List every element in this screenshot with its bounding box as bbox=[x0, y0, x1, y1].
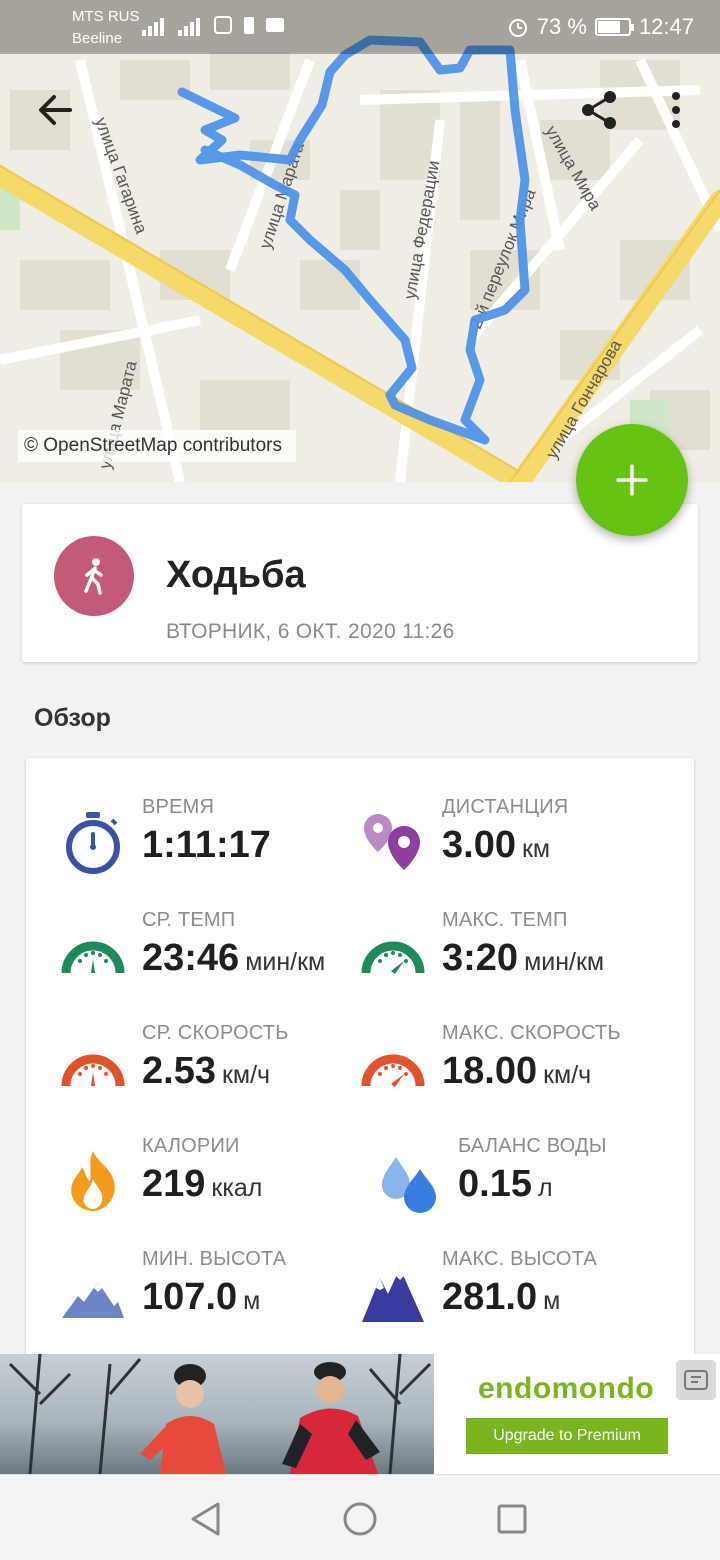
ad-banner[interactable]: endomondo Upgrade to Premium bbox=[0, 1354, 720, 1474]
signal-icons bbox=[140, 14, 286, 36]
stat-unit: м bbox=[543, 1287, 561, 1315]
message-icon bbox=[266, 18, 284, 32]
back-button[interactable] bbox=[30, 88, 82, 132]
activity-datetime: ВТОРНИК, 6 ОКТ. 2020 11:26 bbox=[166, 620, 455, 643]
stat-value: 23:46 bbox=[142, 937, 240, 979]
overview-card: ВРЕМЯ 1:11:17 ДИСТАНЦИЯ 3.00 км СР. ТЕМП … bbox=[26, 758, 694, 1378]
stat-label: МИН. ВЫСОТА bbox=[142, 1248, 287, 1270]
overview-title: Обзор bbox=[34, 704, 111, 732]
stat-label: МАКС. ТЕМП bbox=[442, 909, 568, 931]
stat-unit: мин/км bbox=[245, 948, 326, 976]
stopwatch-icon bbox=[66, 812, 120, 874]
signal-strength-2-icon bbox=[178, 18, 200, 36]
stat-unit: л bbox=[537, 1174, 553, 1202]
stat-label: ДИСТАНЦИЯ bbox=[442, 796, 569, 818]
route-map[interactable]: улица Марата улица Федерации улица Мира … bbox=[0, 0, 720, 482]
carrier-secondary: Beeline bbox=[72, 30, 123, 47]
nav-recents-square-icon bbox=[497, 1504, 527, 1534]
distance-pin-icon bbox=[364, 814, 420, 870]
stat-value: 0.15 bbox=[458, 1163, 532, 1205]
stat-label: СР. СКОРОСТЬ bbox=[142, 1022, 289, 1044]
stat-label: ВРЕМЯ bbox=[142, 796, 215, 818]
max-altitude-mountain-icon bbox=[362, 1268, 424, 1322]
more-options-button[interactable] bbox=[660, 88, 692, 132]
nav-home-circle-icon bbox=[343, 1502, 377, 1536]
nav-recents-button[interactable] bbox=[496, 1503, 528, 1540]
ad-brand-logo: endomondo bbox=[478, 1372, 655, 1405]
alarm-icon bbox=[508, 19, 527, 37]
status-right: 73 % 12:47 bbox=[507, 14, 694, 40]
signal-strength-icon bbox=[142, 18, 164, 36]
map-tiles: улица Марата улица Федерации улица Мира … bbox=[0, 0, 720, 482]
avg-pace-gauge-icon bbox=[61, 941, 125, 974]
nav-home-button[interactable] bbox=[342, 1501, 378, 1542]
stat-label: КАЛОРИИ bbox=[142, 1135, 240, 1157]
share-icon bbox=[582, 91, 616, 129]
stat-unit: ккал bbox=[211, 1174, 263, 1202]
stat-label: СР. ТЕМП bbox=[142, 909, 236, 931]
plus-icon bbox=[616, 464, 648, 496]
activity-type-avatar[interactable] bbox=[54, 536, 134, 616]
ad-content: endomondo Upgrade to Premium bbox=[434, 1354, 720, 1474]
vpn-icon bbox=[214, 16, 232, 34]
upgrade-premium-button[interactable]: Upgrade to Premium bbox=[466, 1418, 668, 1454]
stat-value: 3:20 bbox=[442, 937, 519, 979]
ad-close-button[interactable] bbox=[676, 1360, 716, 1400]
max-speed-gauge-icon bbox=[361, 1054, 425, 1087]
system-nav-bar bbox=[0, 1474, 720, 1560]
stat-unit: км/ч bbox=[221, 1061, 271, 1089]
map-attribution[interactable]: © OpenStreetMap contributors bbox=[18, 430, 296, 462]
battery-percent: 73 % bbox=[536, 14, 587, 39]
stat-label: МАКС. СКОРОСТЬ bbox=[442, 1022, 621, 1044]
status-bar: MTS RUS Beeline 73 % 12:47 bbox=[0, 0, 720, 54]
ad-runners-photo bbox=[0, 1354, 434, 1474]
nav-back-triangle-icon bbox=[191, 1502, 220, 1536]
stat-value: 18.00 bbox=[442, 1050, 538, 1092]
carrier-primary: MTS RUS bbox=[72, 8, 140, 25]
stat-value: 107.0 bbox=[142, 1276, 238, 1318]
activity-name: Ходьба bbox=[166, 554, 306, 596]
stat-value: 281.0 bbox=[442, 1276, 538, 1318]
stat-unit: км bbox=[521, 835, 551, 863]
add-button[interactable] bbox=[576, 424, 688, 536]
avg-speed-gauge-icon bbox=[61, 1054, 125, 1087]
nav-back-button[interactable] bbox=[188, 1501, 224, 1542]
flame-icon bbox=[71, 1151, 115, 1211]
ad-badge-icon bbox=[684, 1370, 708, 1390]
stat-label: МАКС. ВЫСОТА bbox=[442, 1248, 597, 1270]
stat-unit: км/ч bbox=[543, 1061, 592, 1089]
battery-icon bbox=[594, 18, 634, 36]
stat-value: 1:11:17 bbox=[142, 824, 271, 866]
stat-value: 2.53 bbox=[142, 1050, 216, 1092]
min-altitude-mountain-icon bbox=[62, 1282, 124, 1318]
more-vertical-icon bbox=[672, 92, 680, 128]
stat-value: 3.00 bbox=[442, 824, 516, 866]
runners-image bbox=[8, 1354, 432, 1474]
stat-unit: м bbox=[243, 1287, 261, 1315]
clock: 12:47 bbox=[638, 14, 694, 39]
water-drops-icon bbox=[382, 1157, 436, 1213]
share-button[interactable] bbox=[578, 88, 622, 132]
max-pace-gauge-icon bbox=[361, 941, 425, 974]
stat-value: 219 bbox=[142, 1163, 206, 1205]
walking-person-icon bbox=[84, 558, 103, 595]
activity-header-card: Ходьба ВТОРНИК, 6 ОКТ. 2020 11:26 bbox=[22, 504, 698, 662]
stat-label: БАЛАНС ВОДЫ bbox=[458, 1135, 607, 1157]
battery-saver-icon bbox=[244, 17, 254, 34]
arrow-back-icon bbox=[39, 95, 72, 125]
stat-unit: мин/км bbox=[524, 948, 605, 976]
